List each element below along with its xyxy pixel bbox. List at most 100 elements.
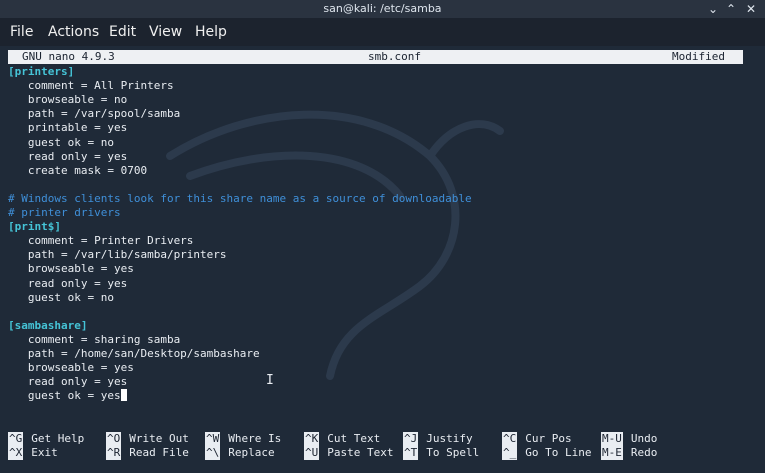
config-line: path = /home/san/Desktop/sambashare (8, 347, 260, 361)
config-line: path = /var/spool/samba (8, 107, 180, 121)
shortcut-cut-text: ^K Cut Text (304, 432, 380, 446)
maximize-icon[interactable]: ⌃ (724, 2, 738, 16)
shortcut-label: Replace (228, 446, 275, 459)
shortcut-label: Read File (129, 446, 189, 459)
nano-filename: smb.conf (368, 50, 421, 63)
mouse-ibeam-icon: I (266, 373, 274, 388)
line-text: read only = yes (8, 276, 128, 290)
shortcut-replace: ^\ Replace (205, 446, 275, 460)
menu-actions[interactable]: Actions (48, 18, 99, 46)
shortcut-label: Write Out (129, 432, 189, 445)
line-text: comment = sharing samba (8, 332, 181, 346)
shortcut-label: Cut Text (327, 432, 381, 445)
line-text: printable = yes (8, 121, 128, 135)
line-text: read only = yes (8, 149, 128, 163)
line-text: create mask = 0700 (8, 163, 148, 177)
shortcut-label: Redo (630, 446, 658, 459)
terminal-window: san@kali: /etc/samba ⌄ ⌃ ✕ File Actions … (0, 0, 765, 473)
nano-shortcut-bar: ^G Get Help ^O Write Out ^W Where Is ^K Cut Tex… (0, 432, 765, 462)
config-line: guest ok = yes (8, 389, 127, 403)
line-text: browseable = yes (8, 262, 134, 276)
shortcut-undo: M-U Undo (601, 432, 657, 446)
shortcut-label: Paste Text (327, 446, 394, 459)
config-line: comment = Printer Drivers (8, 234, 194, 248)
line-text: path = /home/san/Desktop/sambashare (8, 347, 260, 360)
close-icon[interactable]: ✕ (744, 2, 758, 16)
shortcut-go-to-line: ^_ Go To Line (502, 446, 591, 460)
line-text: # printer drivers (8, 206, 121, 219)
line-text: [printers] (8, 65, 75, 78)
shortcut-label: Get Help (31, 432, 85, 445)
shortcut-label: Cur Pos (525, 432, 572, 445)
shortcut-key: ^C (502, 432, 518, 446)
config-section-line: [sambashare] (8, 319, 87, 333)
shortcut-to-spell: ^T To Spell (403, 446, 479, 460)
shortcut-label: Undo (630, 432, 658, 445)
line-text: path = /var/spool/samba (8, 107, 181, 121)
config-line: read only = yes (8, 150, 127, 164)
shortcut-key: M-U (601, 432, 623, 446)
window-titlebar[interactable]: san@kali: /etc/samba ⌄ ⌃ ✕ (0, 0, 765, 18)
line-text: read only = yes (8, 375, 128, 389)
line-text: comment = All Printers (8, 79, 174, 93)
config-line: comment = All Printers (8, 79, 174, 93)
config-section-line: [printers] (8, 65, 74, 79)
shortcut-key: ^U (304, 446, 320, 460)
shortcut-where-is: ^W Where Is (205, 432, 281, 446)
shortcut-key: ^X (8, 446, 24, 460)
minimize-icon[interactable]: ⌄ (706, 2, 720, 16)
menu-file[interactable]: File (10, 18, 33, 46)
config-line: path = /var/lib/samba/printers (8, 248, 227, 262)
line-text: guest ok = yes (8, 389, 121, 403)
line-text: guest ok = no (8, 135, 114, 149)
shortcut-key: ^R (106, 446, 122, 460)
config-comment-line: # Windows clients look for this share na… (8, 192, 472, 206)
line-text: path = /var/lib/samba/printers (8, 248, 227, 262)
shortcut-key: ^J (403, 432, 419, 446)
line-text: guest ok = no (8, 290, 114, 304)
config-section-line: [print$] (8, 220, 61, 234)
config-line: create mask = 0700 (8, 164, 147, 178)
config-comment-line: # printer drivers (8, 206, 121, 220)
config-line: browseable = yes (8, 262, 134, 276)
menubar: File Actions Edit View Help (0, 18, 765, 46)
shortcut-key: M-E (601, 446, 623, 460)
shortcut-key: ^G (8, 432, 24, 446)
shortcut-read-file: ^R Read File (106, 446, 189, 460)
nano-header: GNU nano 4.9.3 smb.conf Modified (8, 50, 743, 64)
config-line: browseable = yes (8, 361, 134, 375)
shortcut-key: ^K (304, 432, 320, 446)
terminal-area[interactable]: GNU nano 4.9.3 smb.conf Modified [printe… (0, 46, 765, 473)
shortcut-label: To Spell (426, 446, 480, 459)
shortcut-cur-pos: ^C Cur Pos (502, 432, 572, 446)
shortcut-label: Justify (426, 432, 473, 445)
config-line: comment = sharing samba (8, 333, 180, 347)
shortcut-key: ^O (106, 432, 122, 446)
shortcut-justify: ^J Justify (403, 432, 473, 446)
menu-edit[interactable]: Edit (109, 18, 136, 46)
shortcut-key: ^W (205, 432, 221, 446)
line-text: [print$] (8, 220, 61, 234)
shortcut-key: ^T (403, 446, 419, 460)
shortcut-label: Go To Line (525, 446, 592, 459)
line-text: comment = Printer Drivers (8, 234, 194, 248)
config-line: guest ok = no (8, 136, 114, 150)
config-line: browseable = no (8, 93, 127, 107)
shortcut-paste-text: ^U Paste Text (304, 446, 393, 460)
shortcut-label: Where Is (228, 432, 282, 445)
window-title: san@kali: /etc/samba (323, 2, 442, 15)
config-line: guest ok = no (8, 291, 114, 305)
line-text: browseable = no (8, 93, 128, 107)
text-cursor (120, 389, 127, 402)
menu-help[interactable]: Help (195, 18, 227, 46)
line-text: [sambashare] (8, 318, 88, 332)
shortcut-key: ^_ (502, 446, 518, 460)
config-line: read only = yes (8, 277, 127, 291)
shortcut-label: Exit (31, 446, 58, 459)
shortcut-write-out: ^O Write Out (106, 432, 189, 446)
config-line: printable = yes (8, 121, 127, 135)
shortcut-get-help: ^G Get Help (8, 432, 84, 446)
config-line: read only = yes (8, 375, 127, 389)
shortcut-redo: M-E Redo (601, 446, 657, 460)
menu-view[interactable]: View (149, 18, 182, 46)
